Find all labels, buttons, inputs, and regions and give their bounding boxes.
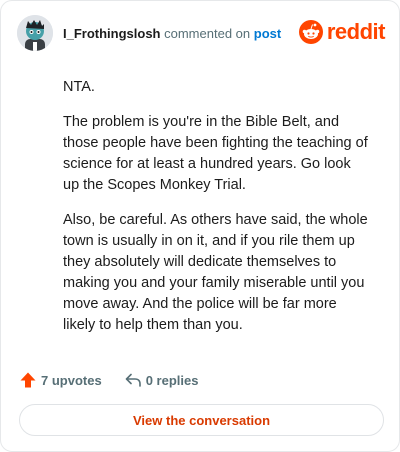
avatar-icon [17,15,53,51]
comment-paragraph: NTA. [63,79,95,95]
reply-arrow-icon [124,371,142,389]
view-conversation-button[interactable]: View the conversation [19,404,384,436]
byline: I_Frothingslosh commented on post [63,26,281,41]
reply-button[interactable]: 0 replies [124,371,199,389]
upvote-button[interactable]: 7 upvotes [19,371,102,389]
reply-count: 0 replies [145,372,199,388]
upvote-arrow-icon [19,371,37,389]
reddit-snoo-icon [298,20,323,44]
comment-paragraph: The problem is you're in the Bible Belt,… [63,114,368,193]
comment-paragraph: Also, be careful. As others have said, t… [63,212,368,333]
comment-body: NTA. The problem is you're in the Bible … [63,77,369,350]
post-link[interactable]: post [254,26,281,41]
action-text: commented on [164,26,251,41]
comment-header: I_Frothingslosh commented on post reddit [17,15,386,51]
comment-embed-card: I_Frothingslosh commented on post reddit… [0,0,400,452]
comment-actions: 7 upvotes 0 replies [19,370,198,390]
upvote-count: 7 upvotes [41,372,102,388]
user-avatar[interactable] [17,15,53,51]
reddit-wordmark: reddit [326,19,386,44]
username-link[interactable]: I_Frothingslosh [63,26,161,41]
reddit-logo[interactable]: reddit [298,18,386,46]
